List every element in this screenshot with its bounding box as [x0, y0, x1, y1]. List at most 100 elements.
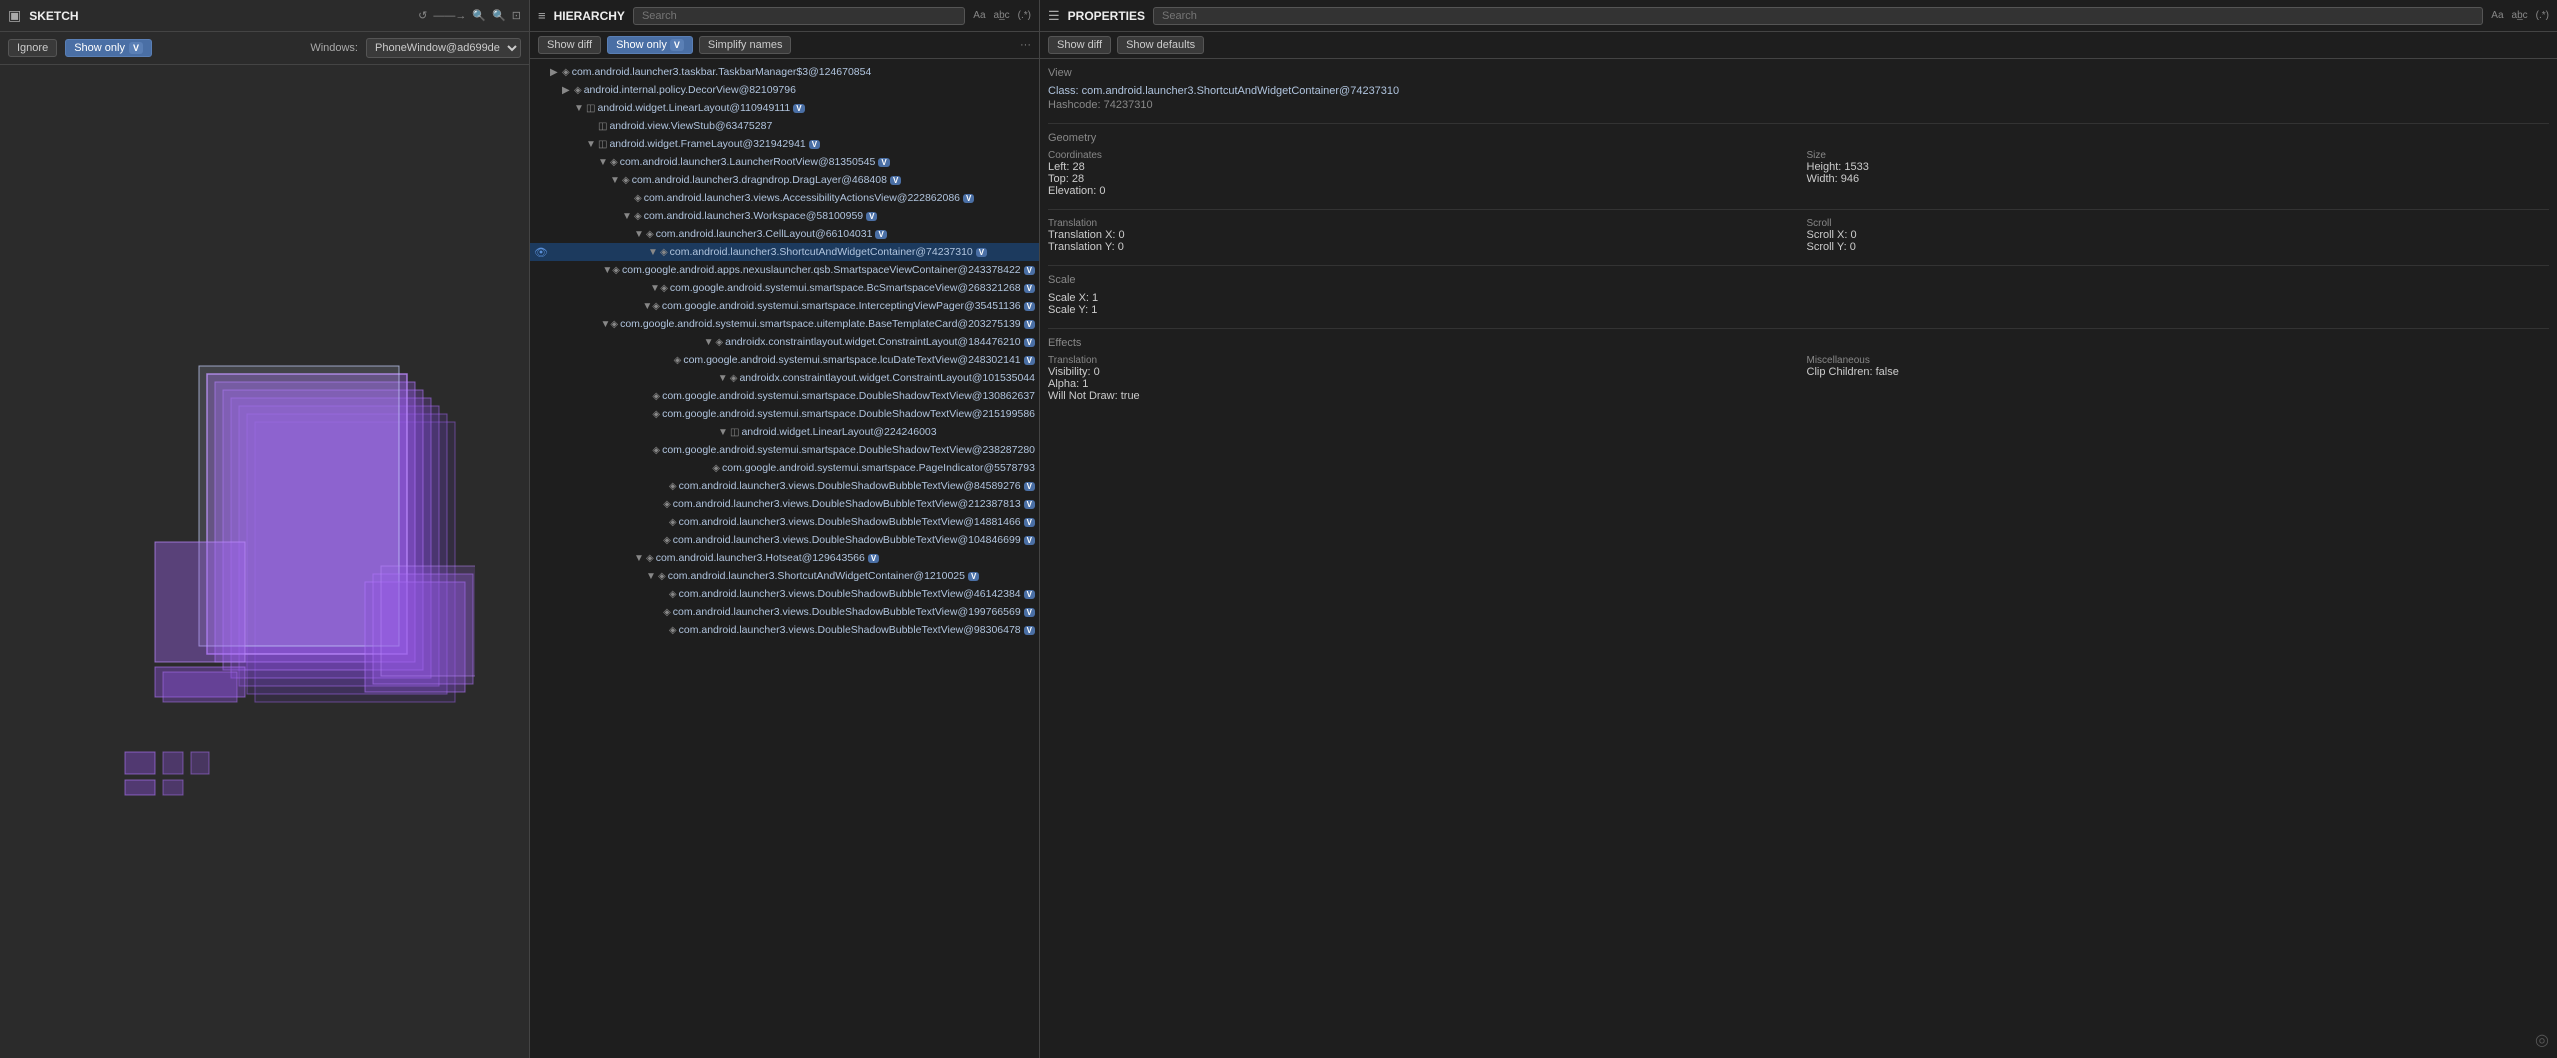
- tree-node[interactable]: ◈com.google.android.systemui.smartspace.…: [530, 441, 1039, 459]
- tree-toggle[interactable]: ▼: [610, 175, 622, 186]
- tree-node[interactable]: ◫android.view.ViewStub@63475287: [530, 117, 1039, 135]
- tree-node[interactable]: ▼◈androidx.constraintlayout.widget.Const…: [530, 369, 1039, 387]
- tree-node[interactable]: ◈com.android.launcher3.views.DoubleShado…: [530, 477, 1039, 495]
- tree-toggle[interactable]: ▼: [704, 337, 716, 348]
- node-text: com.android.launcher3.views.DoubleShadow…: [679, 516, 1021, 528]
- more-options-button[interactable]: ···: [1020, 39, 1031, 51]
- node-text: androidx.constraintlayout.widget.Constra…: [739, 372, 1035, 384]
- prop-show-defaults-button[interactable]: Show defaults: [1117, 36, 1204, 54]
- v-badge: V: [1024, 302, 1035, 311]
- fit-icon[interactable]: ⊡: [512, 9, 521, 22]
- node-icon: ◈: [634, 193, 642, 204]
- tree-node[interactable]: ▼◫android.widget.LinearLayout@110949111V: [530, 99, 1039, 117]
- tree-toggle[interactable]: ▼: [634, 229, 646, 240]
- tree-node[interactable]: ◈com.android.launcher3.views.DoubleShado…: [530, 621, 1039, 639]
- effects-grid: Translation Visibility: 0 Alpha: 1 Will …: [1048, 355, 2549, 402]
- node-text: com.android.launcher3.Workspace@58100959: [644, 210, 863, 222]
- geometry-section: Geometry Coordinates Left: 28 Top: 28 El…: [1048, 132, 2549, 197]
- node-text: com.android.launcher3.ShortcutAndWidgetC…: [668, 570, 965, 582]
- alpha-value: Alpha: 1: [1048, 378, 1791, 390]
- tree-node[interactable]: ▼◈com.android.launcher3.ShortcutAndWidge…: [530, 567, 1039, 585]
- windows-select[interactable]: PhoneWindow@ad699de: [366, 38, 521, 58]
- effects-title: Effects: [1048, 337, 2549, 349]
- tree-node[interactable]: ◈com.android.launcher3.views.DoubleShado…: [530, 585, 1039, 603]
- width-value: Width: 946: [1807, 173, 2550, 185]
- tree-node[interactable]: ▶◈com.android.launcher3.taskbar.TaskbarM…: [530, 63, 1039, 81]
- simplify-names-button[interactable]: Simplify names: [699, 36, 792, 54]
- tree-node[interactable]: ▼◈com.android.launcher3.Hotseat@12964356…: [530, 549, 1039, 567]
- hier-show-only-button[interactable]: Show only V: [607, 36, 693, 54]
- tree-toggle[interactable]: ▶: [562, 85, 574, 96]
- node-text: android.widget.LinearLayout@110949111: [597, 102, 790, 114]
- sketch-svg: [55, 302, 475, 822]
- tree-toggle[interactable]: ▼: [622, 211, 634, 222]
- node-text: com.google.android.systemui.smartspace.B…: [670, 282, 1021, 294]
- node-text: com.android.launcher3.LauncherRootView@8…: [620, 156, 876, 168]
- zoom-out-icon[interactable]: 🔍: [472, 9, 486, 22]
- show-only-button[interactable]: Show only V: [65, 39, 152, 57]
- node-text: com.google.android.systemui.smartspace.l…: [683, 354, 1020, 366]
- tree-node[interactable]: ▶◈android.internal.policy.DecorView@8210…: [530, 81, 1039, 99]
- node-icon: ◈: [715, 337, 723, 348]
- tree-toggle[interactable]: ▼: [718, 373, 730, 384]
- tree-toggle[interactable]: ▶: [550, 67, 562, 78]
- tree-toggle[interactable]: ▼: [718, 427, 730, 438]
- tree-node[interactable]: ▼◈com.android.launcher3.Workspace@581009…: [530, 207, 1039, 225]
- zoom-in-icon[interactable]: 🔍: [492, 9, 506, 22]
- hier-show-only-badge: V: [670, 39, 684, 51]
- tree-toggle[interactable]: ▼: [648, 247, 660, 258]
- tree-toggle[interactable]: ▼: [650, 283, 660, 294]
- v-badge: V: [866, 212, 877, 221]
- ignore-button[interactable]: Ignore: [8, 39, 57, 57]
- sketch-title: SKETCH: [29, 9, 78, 23]
- tree-toggle[interactable]: ▼: [574, 103, 586, 114]
- hierarchy-icon: ≡: [538, 8, 546, 23]
- tree-node[interactable]: ▼◈com.google.android.systemui.smartspace…: [530, 279, 1039, 297]
- tree-toggle[interactable]: ▼: [598, 157, 610, 168]
- tree-node[interactable]: ◈com.google.android.systemui.smartspace.…: [530, 459, 1039, 477]
- tree-node[interactable]: ▼◈com.android.launcher3.CellLayout@66104…: [530, 225, 1039, 243]
- geometry-title: Geometry: [1048, 132, 2549, 144]
- timeline-icon: ——→: [433, 10, 466, 22]
- tree-toggle[interactable]: ▼: [634, 553, 646, 564]
- properties-search[interactable]: [1153, 7, 2483, 25]
- node-icon: ◈: [660, 247, 668, 258]
- tree-toggle[interactable]: ▼: [646, 571, 658, 582]
- hierarchy-search[interactable]: [633, 7, 965, 25]
- tree-node[interactable]: ◈com.android.launcher3.views.DoubleShado…: [530, 603, 1039, 621]
- tree-node[interactable]: ◈com.android.launcher3.views.Accessibili…: [530, 189, 1039, 207]
- tree-toggle[interactable]: ▼: [602, 265, 612, 276]
- v-badge: V: [1024, 338, 1035, 347]
- tree-node[interactable]: ▼◈com.google.android.apps.nexuslauncher.…: [530, 261, 1039, 279]
- tree-node[interactable]: ▼◈com.android.launcher3.LauncherRootView…: [530, 153, 1039, 171]
- tree-node[interactable]: ▼◈com.google.android.systemui.smartspace…: [530, 297, 1039, 315]
- tree-node[interactable]: ▼◈androidx.constraintlayout.widget.Const…: [530, 333, 1039, 351]
- tree-toggle[interactable]: ▼: [586, 139, 598, 150]
- tree-toggle[interactable]: ▼: [642, 301, 652, 312]
- v-badge: V: [1024, 518, 1035, 527]
- tree-node[interactable]: 👁▼◈com.android.launcher3.ShortcutAndWidg…: [530, 243, 1039, 261]
- v-badge: V: [868, 554, 879, 563]
- tree-node[interactable]: ▼◫android.widget.FrameLayout@321942941V: [530, 135, 1039, 153]
- tree-node[interactable]: ◈com.google.android.systemui.smartspace.…: [530, 351, 1039, 369]
- tree-node[interactable]: ◈com.android.launcher3.views.DoubleShado…: [530, 495, 1039, 513]
- tree-node[interactable]: ◈com.google.android.systemui.smartspace.…: [530, 387, 1039, 405]
- sketch-canvas: [0, 65, 529, 1058]
- node-icon: ◈: [712, 463, 720, 474]
- prop-show-diff-button[interactable]: Show diff: [1048, 36, 1111, 54]
- tree-node[interactable]: ▼◫android.widget.LinearLayout@224246003: [530, 423, 1039, 441]
- show-diff-button[interactable]: Show diff: [538, 36, 601, 54]
- properties-panel: ☰ PROPERTIES Aa ab̲c (.*) Show diff Show…: [1040, 0, 2557, 1058]
- tree-node[interactable]: ▼◈com.google.android.systemui.smartspace…: [530, 315, 1039, 333]
- tree-node[interactable]: ◈com.google.android.systemui.smartspace.…: [530, 405, 1039, 423]
- tree-toggle[interactable]: ▼: [600, 319, 610, 330]
- tree-node[interactable]: ◈com.android.launcher3.views.DoubleShado…: [530, 513, 1039, 531]
- effects-translation-label: Translation: [1048, 355, 1791, 366]
- v-badge: V: [1024, 626, 1035, 635]
- scroll-label: Scroll: [1807, 218, 2550, 229]
- tree-node[interactable]: ◈com.android.launcher3.views.DoubleShado…: [530, 531, 1039, 549]
- properties-toolbar: Show diff Show defaults: [1040, 32, 2557, 59]
- translation-grid: Translation Translation X: 0 Translation…: [1048, 218, 2549, 253]
- tree-node[interactable]: ▼◈com.android.launcher3.dragndrop.DragLa…: [530, 171, 1039, 189]
- node-icon: ◈: [652, 445, 660, 456]
